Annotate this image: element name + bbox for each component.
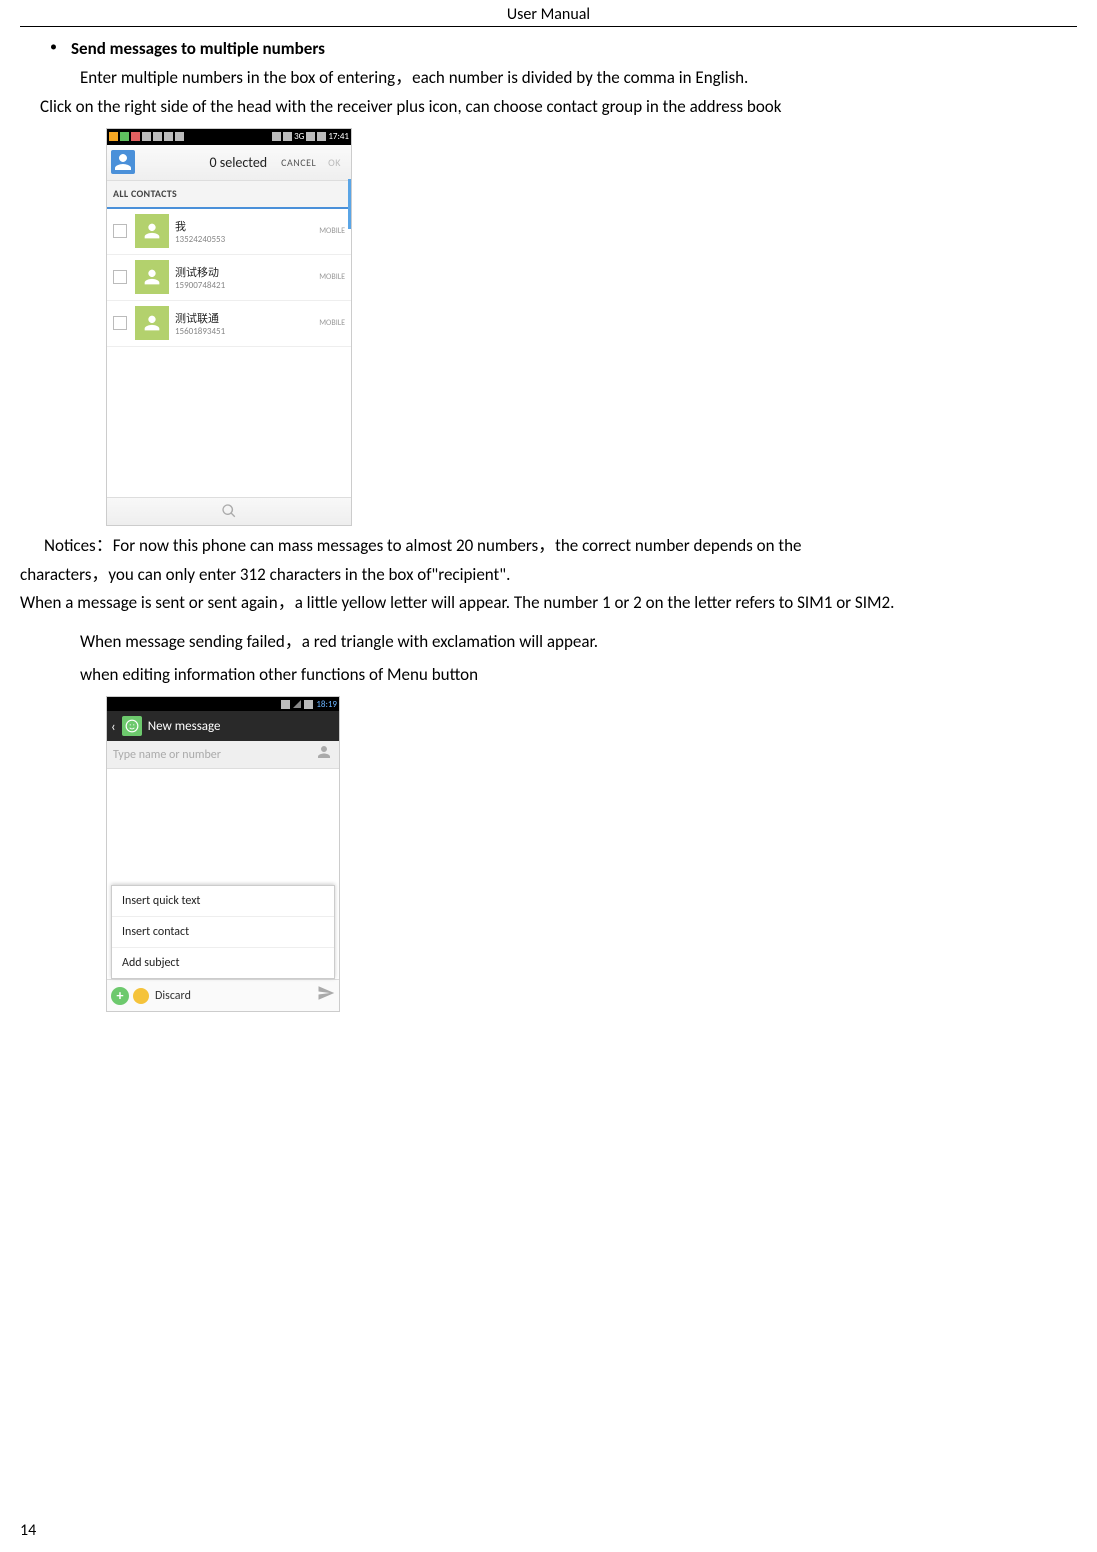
- notices-text-1: For now this phone can mass messages to …: [113, 535, 802, 556]
- signal-icon: [283, 132, 292, 141]
- notification-icon: [109, 132, 118, 141]
- fail-paragraph: When message sending failed，a red triang…: [20, 628, 1077, 657]
- person-icon: [141, 312, 163, 334]
- checkbox[interactable]: [113, 316, 127, 330]
- signal-icon: [293, 700, 301, 708]
- bullet-dot: •: [50, 35, 57, 64]
- checkbox[interactable]: [113, 224, 127, 238]
- search-bar[interactable]: [107, 497, 351, 525]
- status-icons-right: 3G 17:41: [272, 131, 349, 142]
- emoji-button[interactable]: [133, 988, 149, 1004]
- scrollbar[interactable]: [348, 179, 351, 229]
- recipient-placeholder: Type name or number: [113, 748, 315, 762]
- smiley-icon: [125, 719, 139, 733]
- menu-insert-contact[interactable]: Insert contact: [112, 917, 334, 948]
- recipient-input[interactable]: Type name or number: [107, 741, 339, 769]
- back-icon[interactable]: ‹: [111, 718, 116, 735]
- contact-row[interactable]: 我 13524240553 MOBILE: [107, 209, 351, 255]
- menu-discard[interactable]: Discard: [155, 989, 317, 1003]
- bluetooth-icon: [272, 132, 281, 141]
- network-label: 3G: [294, 131, 304, 142]
- cancel-button[interactable]: CANCEL: [275, 156, 322, 169]
- sim-paragraph: When a message is sent or sent again，a l…: [20, 589, 1077, 618]
- notification-icon: [164, 132, 173, 141]
- person-icon: [141, 220, 163, 242]
- tab-all-contacts[interactable]: ALL CONTACTS: [107, 181, 351, 209]
- paragraph-receiver-icon: Click on the right side of the head with…: [20, 93, 1077, 122]
- contact-name: 测试移动: [175, 264, 319, 280]
- notification-icon: [131, 132, 140, 141]
- search-icon: [221, 503, 237, 519]
- notification-icon: [281, 700, 290, 709]
- messaging-app-icon: [122, 716, 142, 736]
- contact-number: 15601893451: [175, 326, 319, 337]
- status-bar: 3G 17:41: [107, 129, 351, 145]
- screenshot-contact-picker: 3G 17:41 0 selected CANCEL OK ALL CONTAC…: [106, 128, 352, 526]
- signal-icon: [306, 132, 315, 141]
- notices-text-2: characters，you can only enter 312 charac…: [20, 561, 1077, 590]
- header-title: User Manual: [507, 5, 590, 24]
- ok-button[interactable]: OK: [322, 156, 347, 169]
- contact-number: 13524240553: [175, 234, 319, 245]
- contact-row[interactable]: 测试移动 15900748421 MOBILE: [107, 255, 351, 301]
- checkbox[interactable]: [113, 270, 127, 284]
- document-body: • Send messages to multiple numbers Ente…: [0, 27, 1097, 1018]
- avatar: [135, 306, 169, 340]
- status-time: 18:19: [316, 699, 337, 710]
- status-bar: 18:19: [107, 697, 339, 711]
- empty-space: [107, 347, 351, 497]
- battery-icon: [304, 700, 313, 709]
- compose-bar: + Discard: [107, 979, 339, 1011]
- menu-add-subject[interactable]: Add subject: [112, 948, 334, 978]
- send-icon: [317, 984, 335, 1002]
- status-icons-left: [109, 132, 184, 141]
- person-plus-icon: [315, 743, 333, 761]
- new-message-title: New message: [148, 719, 221, 734]
- avatar: [135, 260, 169, 294]
- bullet-title: Send messages to multiple numbers: [71, 35, 325, 64]
- page-number: 14: [20, 1521, 36, 1540]
- send-button[interactable]: [317, 984, 335, 1007]
- screenshot-new-message: 18:19 ‹ New message Type name or number …: [106, 696, 340, 1012]
- notification-icon: [153, 132, 162, 141]
- menu-popup: Insert quick text Insert contact Add sub…: [111, 885, 335, 979]
- contact-type: MOBILE: [319, 318, 345, 328]
- paragraph-enter-numbers: Enter multiple numbers in the box of ent…: [20, 64, 1077, 93]
- contact-name: 测试联通: [175, 310, 319, 326]
- contact-type: MOBILE: [319, 226, 345, 236]
- notification-icon: [120, 132, 129, 141]
- notification-icon: [175, 132, 184, 141]
- contact-row[interactable]: 测试联通 15601893451 MOBILE: [107, 301, 351, 347]
- page-header: User Manual: [20, 0, 1077, 27]
- contact-type: MOBILE: [319, 272, 345, 282]
- contact-name: 我: [175, 218, 319, 234]
- menu-insert-quick-text[interactable]: Insert quick text: [112, 886, 334, 917]
- notices-label: Notices：: [44, 535, 113, 556]
- person-icon: [111, 150, 135, 174]
- message-body: Insert quick text Insert contact Add sub…: [107, 769, 339, 979]
- notification-icon: [142, 132, 151, 141]
- add-attachment-button[interactable]: +: [111, 987, 129, 1005]
- menu-paragraph: when editing information other functions…: [20, 661, 1077, 690]
- avatar: [135, 214, 169, 248]
- contact-number: 15900748421: [175, 280, 319, 291]
- battery-icon: [317, 132, 326, 141]
- contacts-app-icon[interactable]: [111, 150, 135, 174]
- notices-line-1: Notices：For now this phone can mass mess…: [20, 532, 1077, 561]
- person-icon: [141, 266, 163, 288]
- new-message-header: ‹ New message: [107, 711, 339, 741]
- add-contact-button[interactable]: [315, 743, 333, 766]
- status-time: 17:41: [328, 131, 349, 142]
- contact-list: 我 13524240553 MOBILE 测试移动 15900748421 MO…: [107, 209, 351, 347]
- selection-header: 0 selected CANCEL OK: [107, 145, 351, 181]
- selected-count[interactable]: 0 selected: [135, 154, 275, 171]
